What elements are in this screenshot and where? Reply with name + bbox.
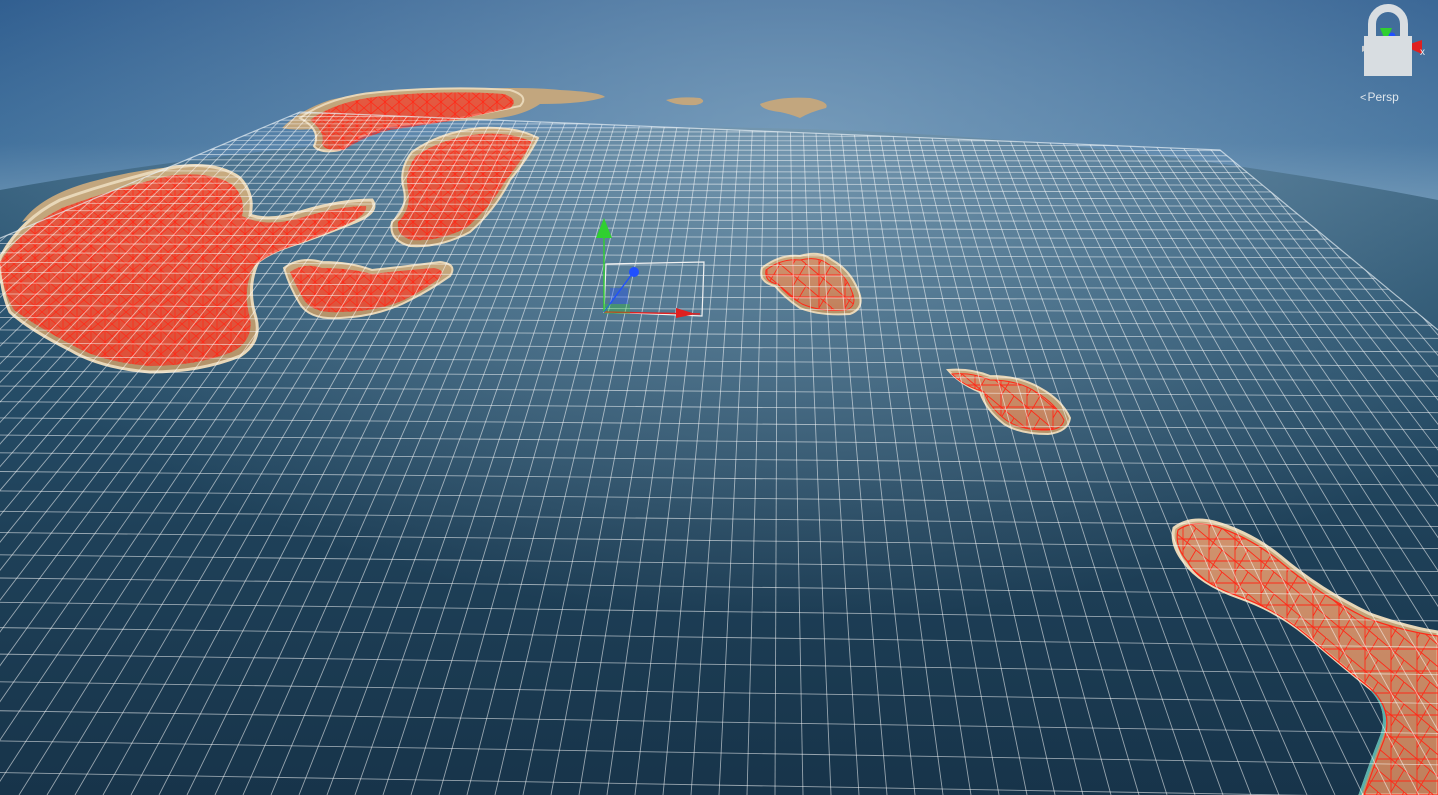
chevron-left-icon: < (1360, 92, 1367, 104)
view-gizmo[interactable]: y x <Persp (1348, 4, 1428, 108)
camera-mode-toggle[interactable]: <Persp (1360, 90, 1399, 104)
camera-mode-label: Persp (1367, 90, 1399, 104)
lock-icon[interactable] (1348, 4, 1428, 84)
scene-viewport[interactable]: y x <Persp (0, 0, 1438, 795)
scene-render[interactable] (0, 0, 1438, 795)
